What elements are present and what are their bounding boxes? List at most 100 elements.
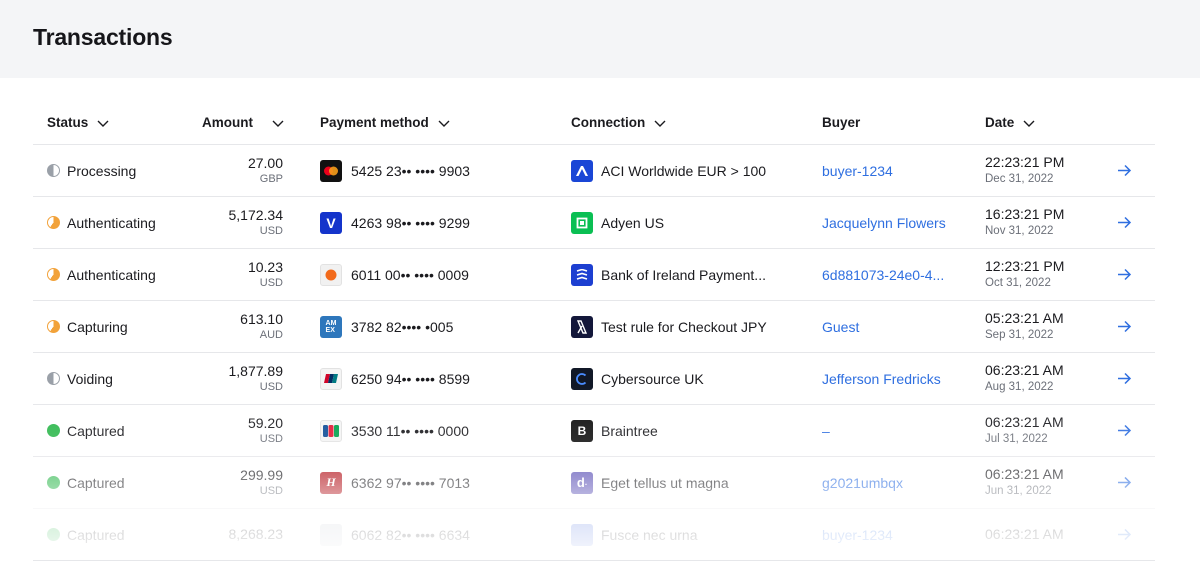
open-transaction-button[interactable]: [1117, 353, 1133, 404]
status-label: Authenticating: [67, 214, 156, 231]
table-row[interactable]: Captured 8,268.23 6062 82•• •••• 6634 Fusce…: [33, 509, 1155, 561]
status-cell: Authenticating: [47, 197, 156, 248]
open-transaction-button[interactable]: [1117, 405, 1133, 456]
open-transaction-button[interactable]: [1117, 301, 1133, 352]
amount-currency: AUD: [259, 328, 283, 341]
status-icon: [47, 424, 60, 437]
column-header-amount[interactable]: Amount: [202, 115, 285, 130]
date-cell: 22:23:21 PM Dec 31, 2022: [985, 145, 1064, 196]
open-transaction-button[interactable]: [1117, 145, 1133, 196]
open-transaction-button[interactable]: [1117, 509, 1133, 560]
status-cell: Voiding: [47, 353, 113, 404]
discover-icon: [320, 263, 342, 286]
date-cell: 06:23:21 AM Jun 31, 2022: [985, 457, 1064, 508]
amount-cell: 59.20 USD: [183, 405, 283, 456]
column-header-status[interactable]: Status: [47, 115, 110, 130]
transaction-time: 06:23:21 AM: [985, 362, 1064, 378]
table-row[interactable]: Captured 299.99 USD H 6362 97•• •••• 7013 d. E…: [33, 457, 1155, 509]
amount-currency: USD: [259, 224, 283, 237]
status-label: Capturing: [67, 318, 128, 335]
status-label: Captured: [67, 526, 125, 543]
transaction-time: 06:23:21 AM: [985, 466, 1064, 482]
card-number: 6062 82•• •••• 6634: [351, 526, 470, 543]
connection-name: Test rule for Checkout JPY: [601, 318, 767, 335]
date-cell: 16:23:21 PM Nov 31, 2022: [985, 197, 1064, 248]
buyer-link[interactable]: Jacquelynn Flowers: [822, 197, 946, 248]
column-header-buyer: Buyer: [822, 115, 860, 130]
column-header-payment-method[interactable]: Payment method: [320, 115, 451, 130]
page-header: Transactions: [0, 0, 1200, 78]
table-row[interactable]: Captured 59.20 USD 3530 11•• •••• 0000 B Brai…: [33, 405, 1155, 457]
page-title: Transactions: [33, 24, 173, 50]
unionpay-icon: [320, 367, 342, 390]
arrow-right-icon: [1118, 320, 1132, 333]
payment-method-cell: 6011 00•• •••• 0009: [320, 249, 469, 300]
connection-icon: [571, 523, 593, 546]
braintree-icon: B: [571, 419, 593, 442]
transaction-time: 06:23:21 AM: [985, 414, 1064, 430]
card-number: 5425 23•• •••• 9903: [351, 162, 470, 179]
buyer-link[interactable]: 6d881073-24e0-4...: [822, 249, 944, 300]
transaction-date: Jun 31, 2022: [985, 485, 1052, 497]
amount-value: 10.23: [247, 258, 283, 275]
buyer-link[interactable]: buyer-1234: [822, 145, 893, 196]
table-row[interactable]: Capturing 613.10 AUD AM EX 3782 82•••• •005 Te…: [33, 301, 1155, 353]
column-label-buyer: Buyer: [822, 115, 861, 130]
transaction-time: 06:23:21 AM: [985, 526, 1064, 542]
connection-cell: d. Eget tellus ut magna: [571, 457, 729, 508]
chevron-down-icon: [654, 120, 666, 127]
status-label: Authenticating: [67, 266, 156, 283]
payment-method-cell: 6250 94•• •••• 8599: [320, 353, 470, 404]
amount-currency: USD: [259, 276, 283, 289]
connection-cell: ACI Worldwide EUR > 100: [571, 145, 766, 196]
status-icon: [47, 476, 60, 489]
dlocal-icon: d.: [571, 471, 593, 494]
mastercard-icon: [320, 159, 342, 182]
amount-value: 613.10: [240, 310, 283, 327]
payment-method-cell: H 6362 97•• •••• 7013: [320, 457, 470, 508]
amount-currency: USD: [259, 484, 283, 497]
status-cell: Captured: [47, 509, 125, 560]
table-body: Processing 27.00 GBP 5425 23•• •••• 9903 ACI…: [33, 145, 1155, 561]
arrow-right-icon: [1118, 476, 1132, 489]
status-icon: [47, 268, 60, 281]
status-label: Captured: [67, 474, 125, 491]
payment-method-cell: V 4263 98•• •••• 9299: [320, 197, 470, 248]
table-row[interactable]: Authenticating 10.23 USD 6011 00•• •••• 000…: [33, 249, 1155, 301]
table-row[interactable]: Voiding 1,877.89 USD 6250 94•• •••• 8599 Cyb…: [33, 353, 1155, 405]
status-label: Processing: [67, 162, 137, 179]
column-header-connection[interactable]: Connection: [571, 115, 667, 130]
transaction-date: Nov 31, 2022: [985, 225, 1054, 237]
card-number: 6250 94•• •••• 8599: [351, 370, 470, 387]
arrow-right-icon: [1118, 372, 1132, 385]
column-header-date[interactable]: Date: [985, 115, 1036, 130]
arrow-right-icon: [1118, 268, 1132, 281]
column-label-amount: Amount: [202, 115, 253, 130]
card-number: 3530 11•• •••• 0000: [351, 422, 469, 439]
bank-of-ireland-icon: [571, 263, 593, 286]
buyer-link[interactable]: –: [822, 405, 830, 456]
payment-method-cell: 5425 23•• •••• 9903: [320, 145, 470, 196]
status-cell: Processing: [47, 145, 136, 196]
table-row[interactable]: Authenticating 5,172.34 USD V 4263 98•• ••••…: [33, 197, 1155, 249]
status-icon: [47, 216, 60, 229]
status-icon: [47, 164, 60, 177]
table-header: Status Amount Payment method Connection …: [33, 100, 1155, 145]
connection-cell: B Braintree: [571, 405, 658, 456]
amount-currency: USD: [259, 432, 283, 445]
amount-currency: GBP: [259, 172, 283, 185]
buyer-link[interactable]: Jefferson Fredricks: [822, 353, 941, 404]
buyer-link[interactable]: Guest: [822, 301, 859, 352]
arrow-right-icon: [1118, 528, 1132, 541]
buyer-link[interactable]: g2021umbqx: [822, 457, 903, 508]
transaction-date: Oct 31, 2022: [985, 277, 1051, 289]
buyer-link[interactable]: buyer-1234: [822, 509, 893, 560]
table-row[interactable]: Processing 27.00 GBP 5425 23•• •••• 9903 ACI…: [33, 145, 1155, 197]
checkout-icon: [571, 315, 593, 338]
open-transaction-button[interactable]: [1117, 249, 1133, 300]
status-label: Voiding: [67, 370, 113, 387]
connection-cell: Cybersource UK: [571, 353, 704, 404]
open-transaction-button[interactable]: [1117, 197, 1133, 248]
hipercard-icon: H: [320, 471, 342, 494]
open-transaction-button[interactable]: [1117, 457, 1133, 508]
